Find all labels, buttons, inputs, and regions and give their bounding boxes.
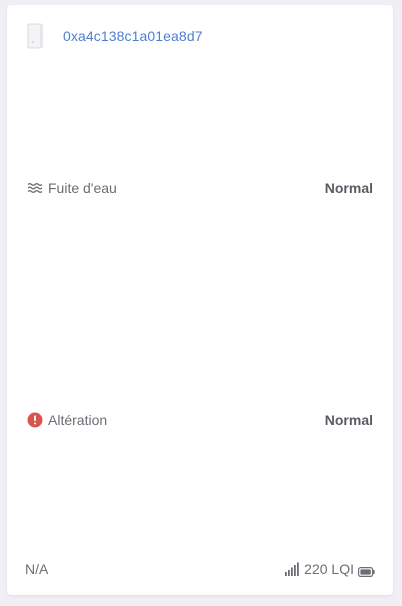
water-waves-icon bbox=[27, 180, 43, 196]
link-quality: 220 LQI bbox=[284, 561, 375, 578]
signal-bars-icon bbox=[284, 562, 300, 576]
water-leak-label: Fuite d'eau bbox=[48, 180, 117, 196]
device-sensor-icon bbox=[27, 22, 45, 50]
device-id-link[interactable]: 0xa4c138c1a01ea8d7 bbox=[63, 28, 203, 44]
battery-icon bbox=[358, 564, 375, 578]
lqi-value: 220 LQI bbox=[304, 561, 354, 577]
water-leak-row: Fuite d'eau Normal bbox=[27, 178, 373, 198]
tamper-value: Normal bbox=[324, 412, 373, 428]
tamper-label: Altération bbox=[48, 412, 108, 428]
card-footer: N/A 220 LQI bbox=[25, 559, 375, 579]
device-header: 0xa4c138c1a01ea8d7 bbox=[27, 21, 203, 51]
last-seen-text: N/A bbox=[25, 561, 49, 577]
alert-circle-icon bbox=[27, 412, 43, 428]
tamper-row: Altération Normal bbox=[27, 410, 373, 430]
device-card: 0xa4c138c1a01ea8d7 Fuite d'eau Normal Al… bbox=[7, 5, 393, 595]
water-leak-value: Normal bbox=[324, 180, 373, 196]
